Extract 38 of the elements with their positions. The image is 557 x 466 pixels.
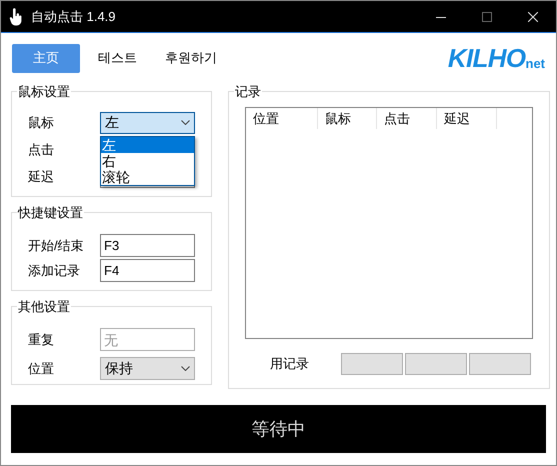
column-header[interactable]: 延迟 <box>437 108 497 128</box>
chevron-down-icon <box>181 366 190 371</box>
window-title: 自动点击 1.4.9 <box>31 8 116 26</box>
action-button[interactable] <box>405 352 467 374</box>
field-label: 鼠标 <box>28 114 55 132</box>
mouse-select[interactable]: 左 <box>100 112 195 134</box>
hotkey-field[interactable]: F3 <box>100 234 195 257</box>
group-title: 其他设置 <box>17 298 71 316</box>
column-header[interactable]: 点击 <box>377 108 437 128</box>
hotkey-field[interactable]: F4 <box>100 259 195 282</box>
action-button[interactable] <box>469 352 531 374</box>
repeat-field[interactable]: 无 <box>100 328 195 351</box>
logo-text: KILHO <box>448 45 526 71</box>
group-title: 记录 <box>234 83 262 101</box>
status-bar: 等待中 <box>11 405 546 453</box>
action-button[interactable] <box>341 352 403 374</box>
column-header[interactable]: 位置 <box>246 108 318 128</box>
dropdown-option[interactable]: 左 <box>101 136 194 152</box>
dropdown-option[interactable]: 右 <box>101 152 194 168</box>
tab[interactable]: 테스트 <box>88 44 147 72</box>
field-label: 添加记录 <box>28 262 81 280</box>
maximize-icon <box>482 12 492 22</box>
group-title: 快捷键设置 <box>17 204 84 222</box>
chevron-down-icon <box>181 120 190 125</box>
logo-suffix: net <box>526 57 545 70</box>
column-header[interactable]: 鼠标 <box>318 108 377 128</box>
position-select[interactable]: 保持 <box>100 357 195 380</box>
field-label: 延迟 <box>28 168 55 186</box>
record-label: 用记录 <box>270 354 310 373</box>
close-icon <box>528 12 538 22</box>
field-label: 位置 <box>28 360 55 378</box>
field-label: 点击 <box>28 140 55 159</box>
tab[interactable]: 후원하기 <box>155 44 227 72</box>
field-label: 重复 <box>28 330 55 349</box>
hand-pointer-icon <box>9 8 23 26</box>
dropdown-option[interactable]: 滚轮 <box>101 168 194 184</box>
field-label: 开始/结束 <box>28 236 85 255</box>
group-title: 鼠标设置 <box>17 83 71 101</box>
